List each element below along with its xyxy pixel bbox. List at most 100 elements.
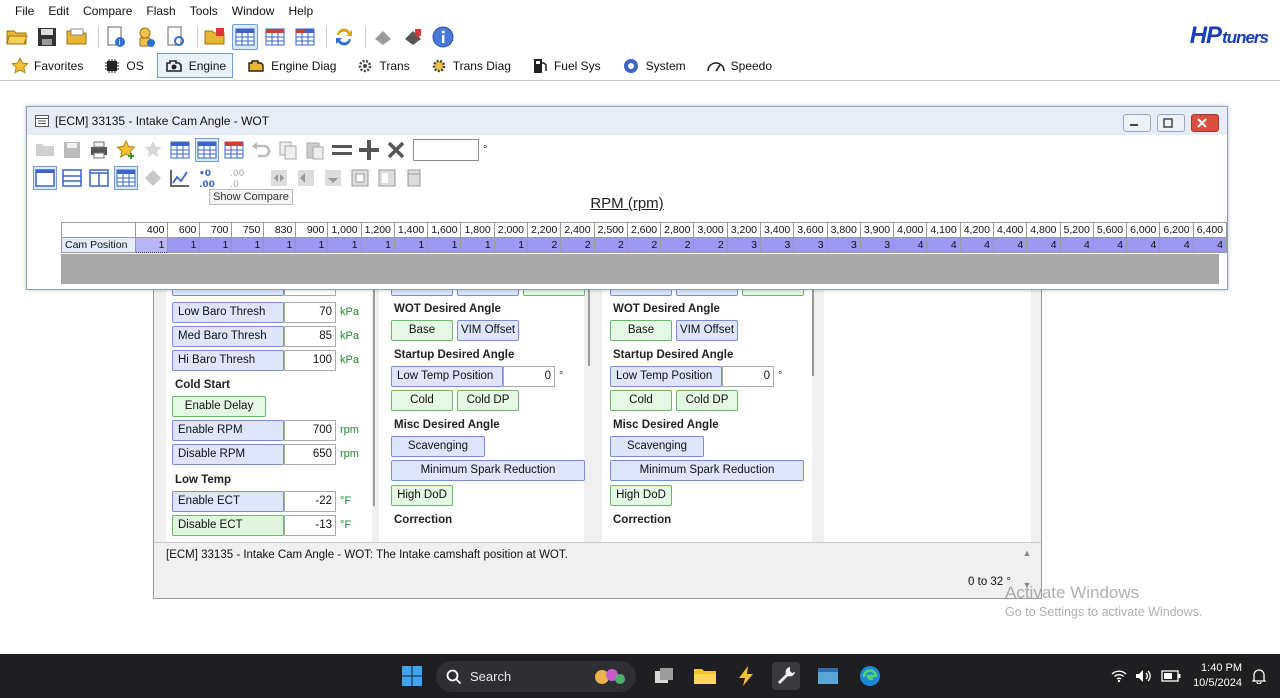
hptuners-vcm-editor-button[interactable] — [772, 662, 800, 690]
write-vehicle-button[interactable] — [400, 24, 426, 50]
sync-button[interactable] — [331, 24, 357, 50]
wifi-icon[interactable] — [1111, 669, 1127, 683]
cam-position-cell[interactable]: 1 — [295, 237, 329, 253]
tab-os[interactable]: OS — [96, 53, 150, 78]
open-button[interactable] — [33, 138, 57, 162]
cam-position-cell[interactable]: 2 — [527, 237, 562, 253]
interpolate-button[interactable] — [267, 166, 291, 190]
battery-icon[interactable] — [1161, 670, 1181, 682]
set-equal-button[interactable] — [330, 138, 354, 162]
save-button[interactable] — [60, 138, 84, 162]
cam-position-cell[interactable]: 1 — [327, 237, 362, 253]
copy-button[interactable] — [276, 138, 300, 162]
save-button[interactable] — [34, 24, 60, 50]
minimize-button[interactable] — [1123, 114, 1151, 132]
open-compare-button[interactable] — [202, 24, 228, 50]
cam-position-cell[interactable]: 3 — [793, 237, 828, 253]
cam-position-cell[interactable]: 1 — [263, 237, 297, 253]
table-multi-button[interactable] — [292, 24, 318, 50]
decimal-more-button[interactable]: •0.00 — [195, 166, 223, 190]
multiply-button[interactable] — [384, 138, 408, 162]
menu-tools[interactable]: Tools — [183, 0, 225, 22]
cam-position-cell[interactable]: 4 — [1059, 237, 1094, 253]
menu-compare[interactable]: Compare — [76, 0, 139, 22]
cold-dp-button[interactable]: Cold DP — [676, 390, 738, 411]
table-blue-button[interactable] — [168, 138, 192, 162]
maximize-button[interactable] — [1157, 114, 1185, 132]
smooth-button[interactable] — [348, 166, 372, 190]
remove-favorite-button[interactable] — [141, 138, 165, 162]
cam-position-cell[interactable]: 1 — [231, 237, 265, 253]
high-dod-button[interactable]: High DoD — [610, 485, 672, 506]
file-explorer-button[interactable] — [691, 662, 719, 690]
cam-position-cell[interactable]: 2 — [660, 237, 695, 253]
notification-bell-icon[interactable] — [1252, 668, 1266, 684]
menu-help[interactable]: Help — [281, 0, 320, 22]
decimal-less-button[interactable]: .00.0 — [226, 166, 254, 190]
view-table-button[interactable] — [114, 166, 138, 190]
cold-button[interactable]: Cold — [391, 390, 453, 411]
cam-position-cell[interactable]: 3 — [726, 237, 762, 253]
cam-position-cell[interactable]: 4 — [1126, 237, 1161, 253]
disable-ect-value[interactable]: -13 — [284, 515, 336, 536]
cam-position-cell[interactable]: 4 — [1092, 237, 1128, 253]
speaker-icon[interactable] — [1135, 669, 1153, 683]
cam-position-cell[interactable]: 3 — [759, 237, 795, 253]
table-red-button[interactable] — [222, 138, 246, 162]
cam-position-cell[interactable]: 1 — [393, 237, 429, 253]
edge-browser-button[interactable] — [856, 662, 884, 690]
table-red-button[interactable] — [262, 24, 288, 50]
cam-position-cell[interactable]: 1 — [427, 237, 462, 253]
cam-position-cell[interactable]: 3 — [826, 237, 861, 253]
taskbar-clock[interactable]: 1:40 PM 10/5/2024 — [1193, 661, 1242, 691]
about-button[interactable] — [430, 24, 456, 50]
operation-value-input[interactable] — [413, 139, 479, 161]
view-split-h-button[interactable] — [60, 166, 84, 190]
task-view-button[interactable] — [650, 662, 678, 690]
print-button[interactable] — [87, 138, 111, 162]
menu-flash[interactable]: Flash — [139, 0, 182, 22]
undo-button[interactable] — [249, 138, 273, 162]
cam-position-cell[interactable]: 4 — [1026, 237, 1061, 253]
compare-info-button[interactable] — [163, 24, 189, 50]
table-window-titlebar[interactable]: [ECM] 33135 - Intake Cam Angle - WOT — [27, 107, 1227, 135]
interpolate-v-button[interactable] — [321, 166, 345, 190]
cam-position-cell[interactable]: 4 — [926, 237, 961, 253]
add-button[interactable] — [357, 138, 381, 162]
close-button[interactable] — [1191, 114, 1219, 132]
view-split-v-button[interactable] — [87, 166, 111, 190]
scavenging-button[interactable]: Scavenging — [610, 436, 704, 457]
open-folder-button[interactable] — [4, 24, 30, 50]
tab-speedo[interactable]: Speedo — [699, 53, 779, 78]
fill-down-button[interactable] — [402, 166, 426, 190]
cam-position-cell[interactable]: 2 — [560, 237, 595, 253]
table-view-button[interactable] — [232, 24, 258, 50]
enable-delay-button[interactable]: Enable Delay — [172, 396, 266, 417]
cam-position-cell[interactable]: 4 — [1159, 237, 1194, 253]
low-temp-position-value[interactable]: 0 — [722, 366, 774, 387]
enable-rpm-value[interactable]: 700 — [284, 420, 336, 441]
start-button[interactable] — [398, 662, 426, 690]
tab-favorites[interactable]: Favorites — [4, 53, 90, 78]
cam-position-cell[interactable]: 1 — [199, 237, 233, 253]
tab-system[interactable]: System — [614, 53, 693, 78]
cam-position-cell[interactable]: 3 — [859, 237, 895, 253]
cam-position-cell[interactable]: 1 — [167, 237, 201, 253]
cam-position-cell[interactable]: 4 — [893, 237, 928, 253]
low-temp-position-value[interactable]: 0 — [503, 366, 555, 387]
minimum-spark-reduction-button[interactable]: Minimum Spark Reduction — [610, 460, 804, 481]
read-vehicle-button[interactable] — [370, 24, 396, 50]
cam-position-cell[interactable]: 4 — [1192, 237, 1228, 253]
tab-trans-diag[interactable]: Trans Diag — [423, 53, 518, 78]
vim-offset-button[interactable]: VIM Offset — [457, 320, 519, 341]
fill-button[interactable] — [375, 166, 399, 190]
hi-baro-value[interactable]: 100 — [284, 350, 336, 371]
menu-window[interactable]: Window — [225, 0, 282, 22]
tab-trans[interactable]: Trans — [349, 53, 416, 78]
low-baro-value[interactable]: 70 — [284, 302, 336, 323]
menu-edit[interactable]: Edit — [41, 0, 76, 22]
tab-engine[interactable]: Engine — [156, 53, 234, 78]
disable-rpm-value[interactable]: 650 — [284, 444, 336, 465]
tab-engine-diag[interactable]: Engine Diag — [239, 53, 343, 78]
license-button[interactable] — [133, 24, 159, 50]
